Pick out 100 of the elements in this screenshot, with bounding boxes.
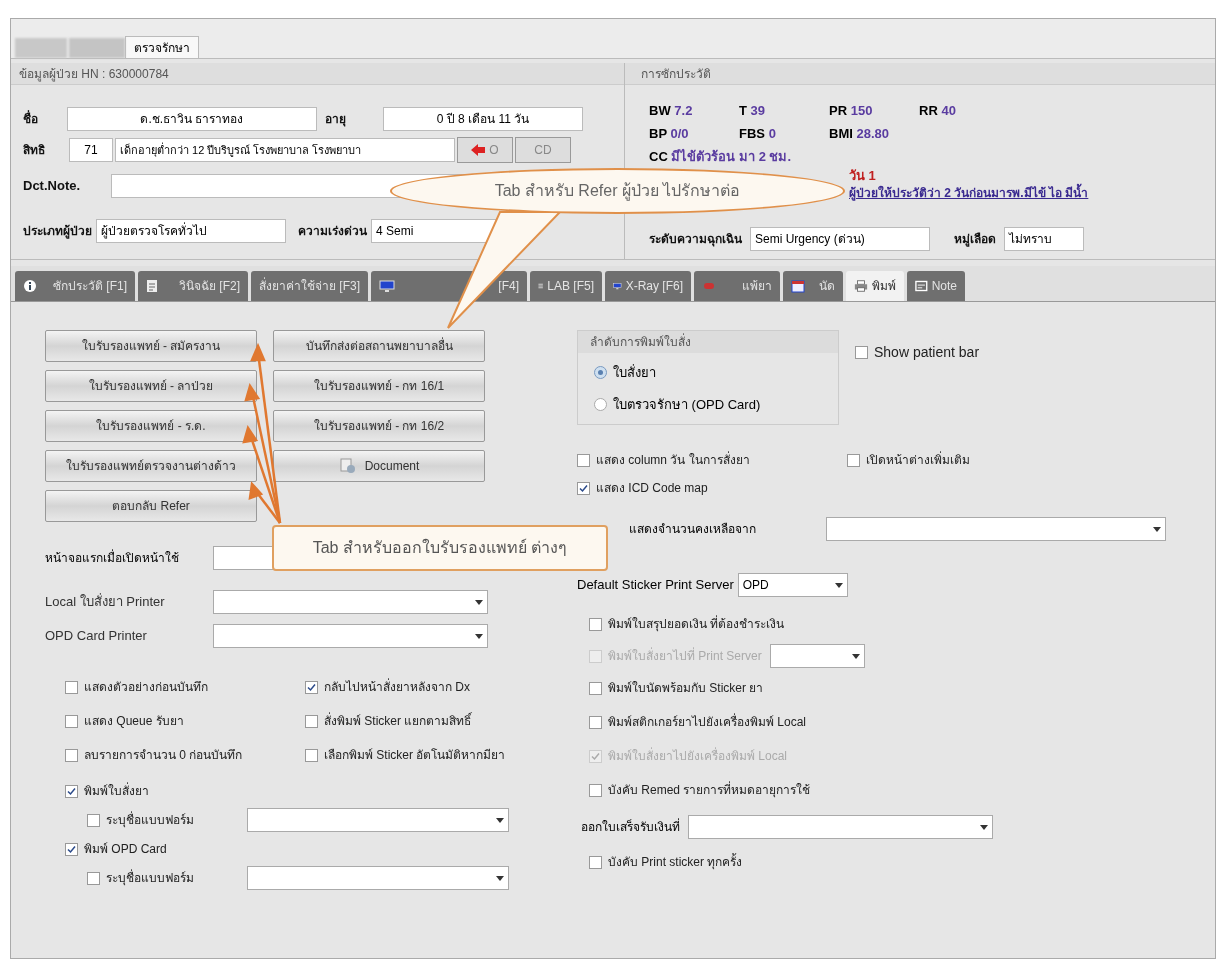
vital-sign: BP 0/0 [649, 125, 690, 143]
field-label: Dct.Note. [23, 177, 82, 196]
tab[interactable]: นัด [783, 271, 843, 301]
form-button[interactable]: Document [273, 450, 485, 482]
right-name-field[interactable]: เด็กอายุต่ำกว่า 12 ปีบริบูรณ์ โรงพยาบาล โรงพยาบา [115, 138, 455, 162]
checkbox-label: พิมพ์ OPD Card [84, 841, 167, 858]
printer-icon [854, 279, 868, 293]
checkbox[interactable] [87, 871, 100, 885]
tab[interactable]: สั่งยาค่าใช้จ่าย [F3] [251, 271, 368, 301]
form-button[interactable]: ตอบกลับ Refer [45, 490, 257, 522]
checkbox-label: สั่งพิมพ์ Sticker แยกตามสิทธิ์ [324, 712, 472, 730]
checkbox[interactable] [589, 617, 602, 631]
field-label: ชื่อ [23, 110, 39, 128]
panel-title: ข้อมูลผู้ป่วย HN : 630000784 [11, 63, 624, 85]
monitor-icon [379, 280, 395, 292]
name-field[interactable]: ด.ช.ธาวิน ธาราทอง [67, 107, 317, 131]
form-button[interactable]: ใบรับรองแพทย์ - ลาป่วย [45, 370, 257, 402]
dropdown[interactable] [688, 815, 993, 839]
checkbox[interactable] [855, 346, 868, 359]
checkbox-label: พิมพ์ใบสั่งยาไปยังเครื่องพิมพ์ Local [608, 747, 788, 765]
checkbox[interactable] [847, 453, 860, 467]
checkbox[interactable] [589, 715, 602, 729]
checkbox[interactable] [305, 714, 318, 728]
tab[interactable]: LAB [F5] [530, 271, 602, 301]
checkbox-label: แสดง column วัน ในการสั่งยา [596, 451, 750, 469]
form-button[interactable]: บันทึกส่งต่อสถานพยาบาลอื่น [273, 330, 485, 362]
right-code-field[interactable]: 71 [69, 138, 113, 162]
checkbox-label: แสดง Queue รับยา [84, 713, 184, 730]
dropdown[interactable] [826, 517, 1166, 541]
field-label: Default Sticker Print Server [577, 576, 734, 595]
checkbox-label: เปิดหน้าต่างเพิ่มเติม [866, 451, 970, 469]
history-text: ผู้ป่วยให้ประวัติว่า 2 วันก่อนมารพ.มีไข้ ไอ มีน้ำ [849, 184, 1191, 202]
checkbox-label: พิมพ์ใบสั่งยาไปที่ Print Server [608, 647, 762, 665]
dropdown-arrow-icon [834, 582, 843, 588]
field-label: ความเร่งด่วน [298, 223, 367, 240]
checkbox[interactable] [589, 855, 602, 869]
checkbox[interactable] [65, 680, 78, 694]
checkbox-label: แสดง ICD Code map [596, 480, 708, 497]
checkbox-label: เลือกพิมพ์ Sticker อัตโนมัติหากมียา [324, 747, 506, 764]
checkbox[interactable] [577, 453, 590, 467]
checkbox[interactable] [589, 681, 602, 695]
radio-label: ใบตรวจรักษา (OPD Card) [613, 395, 761, 414]
checkbox[interactable] [305, 680, 318, 694]
checkbox[interactable] [577, 481, 590, 495]
radio-button[interactable] [594, 366, 607, 380]
emergency-level-field[interactable]: Semi Urgency (ด่วน) [750, 227, 930, 251]
tab[interactable]: แพ้ยา [694, 271, 780, 301]
monitor-icon [613, 280, 622, 292]
dropdown-arrow-icon [980, 824, 988, 830]
tab[interactable]: ตรวจรักษา [125, 36, 199, 58]
info-icon [23, 279, 37, 293]
checkbox[interactable] [65, 842, 78, 856]
checkbox[interactable] [65, 784, 78, 798]
radio-label: ใบสั่งยา [613, 363, 656, 382]
form-button[interactable]: ใบรับรองแพทย์ - สมัครงาน [45, 330, 257, 362]
form-button[interactable]: ใบรับรองแพทย์ - ร.ด. [45, 410, 257, 442]
checkbox[interactable] [589, 783, 602, 797]
tab[interactable]: X-Ray [F6] [605, 271, 691, 301]
dropdown[interactable] [247, 866, 509, 890]
tab[interactable]: ซักประวัติ [F1] [15, 271, 135, 301]
field-label: สิทธิ [23, 142, 46, 159]
checkbox-label: Show patient bar [874, 343, 980, 362]
patient-type-field[interactable]: ผู้ป่วยตรวจโรคทั่วไป [96, 219, 286, 243]
note-icon [915, 279, 928, 293]
dropdown-arrow-icon [475, 633, 483, 639]
dropdown[interactable] [769, 644, 865, 668]
panel-title: การซักประวัติ [625, 63, 1215, 85]
checkbox[interactable] [65, 748, 78, 762]
blood-group-field[interactable]: ไม่ทราบ [1004, 227, 1084, 251]
checkbox-label: พิมพ์ใบสั่งยา [84, 782, 149, 800]
dropdown[interactable] [213, 624, 488, 648]
form-button[interactable]: ใบรับรองแพทย์ - กท 16/1 [273, 370, 485, 402]
dropdown[interactable] [213, 590, 488, 614]
checkbox-label: ระบุชื่อแบบฟอร์ม [106, 869, 194, 887]
document-icon [338, 458, 357, 474]
checkbox-label: ระบุชื่อแบบฟอร์ม [106, 811, 194, 829]
vital-sign: RR 40 [919, 102, 957, 120]
dropdown-arrow-icon [496, 817, 504, 823]
age-field[interactable]: 0 ปี 8 เดือน 11 วัน [383, 107, 583, 131]
form-button[interactable]: ใบรับรองแพทย์ตรวจงานต่างด้าว [45, 450, 257, 482]
field-label: แสดงจำนวนคงเหลือจาก [629, 521, 757, 538]
dropdown[interactable] [247, 808, 509, 832]
radio-button[interactable] [594, 397, 607, 411]
tab[interactable]: พิมพ์ [846, 271, 904, 301]
calendar-icon [791, 279, 805, 293]
checkbox-label: พิมพ์สติกเกอร์ยาไปยังเครื่องพิมพ์ Local [608, 713, 807, 731]
checkbox[interactable] [65, 714, 78, 728]
checkbox-label: บังคับ Remed รายการที่หมดอายุการใช้ [608, 781, 811, 799]
field-label: OPD Card Printer [45, 627, 148, 646]
checkbox[interactable] [305, 748, 318, 762]
tab[interactable]: วินิจฉัย [F2] [138, 271, 248, 301]
field-label: Local ใบสั่งยา Printer [45, 592, 166, 612]
checkbox[interactable] [87, 813, 100, 827]
dropdown[interactable]: OPD [737, 573, 848, 597]
checkbox-label: แสดงตัวอย่างก่อนบันทึก [84, 679, 208, 696]
tab[interactable]: Note [907, 271, 965, 301]
vital-sign: FBS 0 [739, 125, 777, 143]
annotation-tooltip: Tab สำหรับออกใบรับรองแพทย์ ต่างๆ [272, 525, 608, 571]
dropdown-arrow-icon [496, 875, 504, 881]
form-button[interactable]: ใบรับรองแพทย์ - กท 16/2 [273, 410, 485, 442]
